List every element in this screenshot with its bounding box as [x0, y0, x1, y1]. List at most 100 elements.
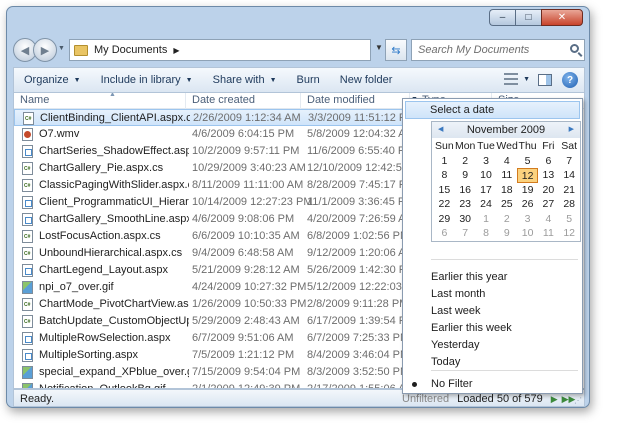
search-icon[interactable]	[570, 44, 579, 53]
calendar-day[interactable]: 22	[434, 197, 455, 212]
maximize-button[interactable]: □	[515, 9, 541, 26]
calendar-day[interactable]: 28	[559, 197, 580, 212]
calendar-day[interactable]: 13	[538, 168, 559, 183]
filter-no-filter[interactable]: No Filter	[431, 378, 473, 390]
table-row[interactable]: ChartLegend_Layout.aspx 5/21/2009 9:28:12…	[14, 262, 410, 279]
calendar-day[interactable]: 10	[476, 168, 497, 183]
calendar-day[interactable]: 6	[434, 226, 455, 241]
calendar-day[interactable]: 3	[517, 212, 538, 227]
calendar-day[interactable]: 14	[559, 168, 580, 183]
resize-grip-icon[interactable]: ⋰	[574, 396, 582, 405]
filter-earlier-this-year[interactable]: Earlier this year	[431, 271, 507, 283]
minimize-button[interactable]: –	[489, 9, 515, 26]
address-path[interactable]: My Documents	[94, 44, 167, 56]
calendar-day[interactable]: 20	[538, 183, 559, 198]
calendar-day[interactable]: 5	[559, 212, 580, 227]
calendar-day[interactable]: 21	[559, 183, 580, 198]
table-row[interactable]: npi_o7_over.gif 4/24/2009 10:27:32 PM 5/12…	[14, 279, 410, 296]
table-row[interactable]: O7.wmv 4/6/2009 6:04:15 PM 5/8/2009 12:04:…	[14, 126, 410, 143]
column-header-date-modified[interactable]: Date modified	[301, 93, 410, 109]
calendar-day[interactable]: 7	[559, 154, 580, 169]
calendar-day[interactable]: 15	[434, 183, 455, 198]
table-row[interactable]: LostFocusAction.aspx.cs 6/6/2009 10:10:35…	[14, 228, 410, 245]
calendar-day[interactable]: 4	[496, 154, 517, 169]
calendar-day[interactable]: 11	[496, 168, 517, 183]
organize-button[interactable]: Organize ▼	[14, 68, 91, 92]
calendar-day[interactable]: 7	[455, 226, 476, 241]
calendar-day[interactable]: 30	[455, 212, 476, 227]
calendar-day[interactable]: 12	[517, 168, 538, 183]
calendar-day[interactable]: 6	[538, 154, 559, 169]
filter-last-month[interactable]: Last month	[431, 288, 485, 300]
calendar-day[interactable]: 9	[496, 226, 517, 241]
calendar-day[interactable]: 3	[476, 154, 497, 169]
calendar-day[interactable]: 25	[496, 197, 517, 212]
new-folder-button[interactable]: New folder	[330, 68, 403, 92]
calendar-day[interactable]: 27	[538, 197, 559, 212]
burn-button[interactable]: Burn	[287, 68, 330, 92]
calendar-day[interactable]: 12	[559, 226, 580, 241]
column-header-name[interactable]: Name	[14, 93, 186, 109]
calendar-day[interactable]: 9	[455, 168, 476, 183]
select-date-header[interactable]: Select a date	[405, 101, 580, 119]
calendar-day[interactable]: 4	[538, 212, 559, 227]
table-row[interactable]: Notification_OutlookBg.gif 2/1/2009 12:49…	[14, 381, 410, 388]
include-in-library-button[interactable]: Include in library ▼	[91, 68, 203, 92]
table-row[interactable]: ChartSeries_ShadowEffect.aspx 10/2/2009 9…	[14, 143, 410, 160]
search-input[interactable]	[418, 44, 563, 56]
next-month-icon[interactable]: ▶	[569, 122, 574, 138]
filter-yesterday[interactable]: Yesterday	[431, 339, 480, 351]
preview-pane-icon[interactable]	[538, 74, 552, 86]
calendar-day[interactable]: 17	[476, 183, 497, 198]
table-row[interactable]: ChartGallery_Pie.aspx.cs 10/29/2009 3:40:…	[14, 160, 410, 177]
file-date-modified: 11/6/2009 6:55:40 PM	[307, 145, 407, 157]
calendar-day[interactable]: 2	[496, 212, 517, 227]
calendar-day[interactable]: 1	[476, 212, 497, 227]
file-date-modified: 5/26/2009 1:42:30 PM	[307, 264, 407, 276]
filter-earlier-this-week[interactable]: Earlier this week	[431, 322, 512, 334]
share-with-button[interactable]: Share with ▼	[203, 68, 287, 92]
file-date-created: 9/4/2009 6:48:58 AM	[192, 247, 294, 259]
close-button[interactable]: ✕	[541, 9, 583, 26]
calendar-day[interactable]: 18	[496, 183, 517, 198]
calendar-day[interactable]: 24	[476, 197, 497, 212]
calendar-day[interactable]: 11	[538, 226, 559, 241]
calendar-day[interactable]: 26	[517, 197, 538, 212]
table-row[interactable]: BatchUpdate_CustomObjectUpdate...5/29/20…	[14, 313, 410, 330]
breadcrumb-separator-icon[interactable]: ▶	[173, 46, 179, 55]
calendar-day[interactable]: 5	[517, 154, 538, 169]
recent-pages-button[interactable]: ▼	[58, 45, 65, 52]
table-row[interactable]: ClassicPagingWithSlider.aspx.cs8/11/2009…	[14, 177, 410, 194]
table-row[interactable]: ChartGallery_SmoothLine.aspx 4/6/2009 9:0…	[14, 211, 410, 228]
address-dropdown-icon[interactable]: ▼	[375, 43, 383, 52]
filter-today[interactable]: Today	[431, 356, 460, 368]
address-bar[interactable]: My Documents ▶	[69, 39, 371, 61]
refresh-button[interactable]: ⇆	[385, 39, 407, 61]
calendar-day[interactable]: 1	[434, 154, 455, 169]
unfiltered-label: Unfiltered	[402, 393, 450, 405]
table-row[interactable]: MultipleRowSelection.aspx 6/7/2009 9:51:0…	[14, 330, 410, 347]
calendar-day[interactable]: 16	[455, 183, 476, 198]
previous-month-icon[interactable]: ◀	[438, 122, 443, 138]
table-row[interactable]: ChartMode_PivotChartView.aspx.cs1/26/200…	[14, 296, 410, 313]
table-row[interactable]: special_expand_XPblue_over.gif 7/15/2009 …	[14, 364, 410, 381]
calendar-day[interactable]: 23	[455, 197, 476, 212]
page-next-icon[interactable]: ▶	[551, 394, 558, 405]
table-row[interactable]: MultipleSorting.aspx 7/5/2009 1:21:12 PM 8…	[14, 347, 410, 364]
calendar-day[interactable]: 8	[434, 168, 455, 183]
change-view-button[interactable]: ▼	[504, 73, 530, 85]
file-date-created: 5/21/2009 9:28:12 AM	[192, 264, 300, 276]
calendar-day[interactable]: 29	[434, 212, 455, 227]
table-row[interactable]: ClientBinding_ClientAPI.aspx.cs2/26/2009…	[14, 109, 410, 126]
help-icon[interactable]: ?	[562, 72, 578, 88]
calendar-day[interactable]: 8	[476, 226, 497, 241]
column-header-date-created[interactable]: Date created	[186, 93, 301, 109]
filter-last-week[interactable]: Last week	[431, 305, 481, 317]
table-row[interactable]: Client_ProgrammaticUI_Hierarchica...10/1…	[14, 194, 410, 211]
calendar-day[interactable]: 10	[517, 226, 538, 241]
table-row[interactable]: UnboundHierarchical.aspx.cs 9/4/2009 6:48…	[14, 245, 410, 262]
calendar-day[interactable]: 19	[517, 183, 538, 198]
forward-button[interactable]: ▶	[33, 38, 57, 62]
calendar-day[interactable]: 2	[455, 154, 476, 169]
search-box[interactable]	[411, 39, 585, 61]
